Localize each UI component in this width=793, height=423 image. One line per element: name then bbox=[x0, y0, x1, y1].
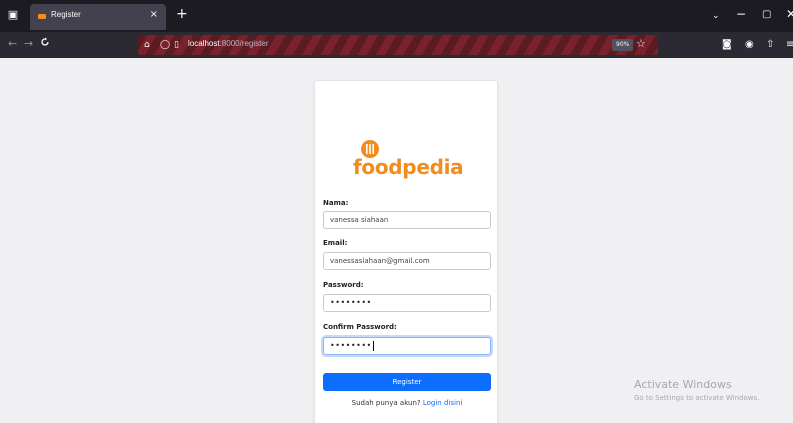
shield-icon[interactable]: ◯ bbox=[160, 38, 170, 52]
new-tab-button[interactable]: + bbox=[176, 7, 188, 21]
confirm-password-label: Confirm Password: bbox=[323, 323, 397, 331]
back-button[interactable]: ← bbox=[8, 37, 17, 51]
close-window-button[interactable]: ✕ bbox=[786, 7, 793, 21]
activate-title: Activate Windows bbox=[634, 378, 732, 391]
minimize-button[interactable]: − bbox=[736, 7, 746, 21]
tab-title: Register bbox=[51, 10, 81, 19]
restore-button[interactable]: ▢ bbox=[762, 8, 771, 22]
robot-icon[interactable]: ⌂ bbox=[144, 38, 150, 52]
account-icon[interactable]: ◉ bbox=[745, 38, 754, 52]
pocket-icon[interactable]: ◙ bbox=[722, 38, 732, 52]
login-prompt-row: Sudah punya akun? Login disini bbox=[315, 399, 499, 407]
address-bar[interactable]: ⌂ ◯ ▯ localhost:8000/register 90% ☆ bbox=[138, 35, 658, 55]
email-input[interactable]: vanessasiahaan@gmail.com bbox=[323, 252, 491, 270]
tab-register[interactable]: Register × bbox=[30, 4, 166, 30]
text-caret bbox=[372, 341, 374, 351]
email-label: Email: bbox=[323, 239, 348, 247]
name-input[interactable]: vanessa siahaan bbox=[323, 211, 491, 229]
confirm-password-value: •••••••• bbox=[330, 341, 372, 350]
tabs-menu-chevron-icon[interactable]: ⌄ bbox=[712, 9, 720, 23]
url-path: :8000/register bbox=[219, 39, 269, 48]
favicon-icon bbox=[38, 14, 46, 19]
tab-bar: ▣ Register × + ⌄ − ▢ ✕ bbox=[0, 0, 793, 32]
activate-subtitle: Go to Settings to activate Windows. bbox=[634, 394, 760, 402]
nav-toolbar: ← → ⌂ ◯ ▯ localhost:8000/register 90% ☆ … bbox=[0, 32, 793, 58]
url-host: localhost bbox=[188, 39, 220, 48]
zoom-badge[interactable]: 90% bbox=[612, 39, 634, 51]
confirm-password-input[interactable]: •••••••• bbox=[323, 337, 491, 355]
register-card: foodpedia Nama: vanessa siahaan Email: v… bbox=[314, 80, 498, 423]
activate-windows-watermark: Activate Windows Go to Settings to activ… bbox=[634, 378, 759, 402]
password-input[interactable]: •••••••• bbox=[323, 294, 491, 312]
reload-icon bbox=[41, 37, 49, 46]
tab-list-icon[interactable]: ▣ bbox=[6, 8, 20, 22]
login-prompt-text: Sudah punya akun? bbox=[351, 399, 421, 407]
foodpedia-logo: foodpedia bbox=[353, 139, 464, 183]
name-label: Nama: bbox=[323, 199, 349, 207]
forward-button[interactable]: → bbox=[24, 37, 33, 51]
extensions-icon[interactable]: ⇧ bbox=[766, 38, 774, 52]
star-icon[interactable]: ☆ bbox=[636, 37, 646, 50]
tab-close-icon[interactable]: × bbox=[150, 9, 158, 20]
password-label: Password: bbox=[323, 281, 364, 289]
url-text[interactable]: localhost:8000/register bbox=[188, 39, 269, 48]
register-button[interactable]: Register bbox=[323, 373, 491, 391]
login-link[interactable]: Login disini bbox=[423, 399, 462, 407]
menu-icon[interactable]: ≡ bbox=[786, 38, 793, 52]
page-icon[interactable]: ▯ bbox=[174, 38, 179, 52]
logo-text: foodpedia bbox=[353, 155, 464, 179]
reload-button[interactable] bbox=[40, 37, 50, 51]
page-viewport: foodpedia Nama: vanessa siahaan Email: v… bbox=[0, 58, 793, 423]
